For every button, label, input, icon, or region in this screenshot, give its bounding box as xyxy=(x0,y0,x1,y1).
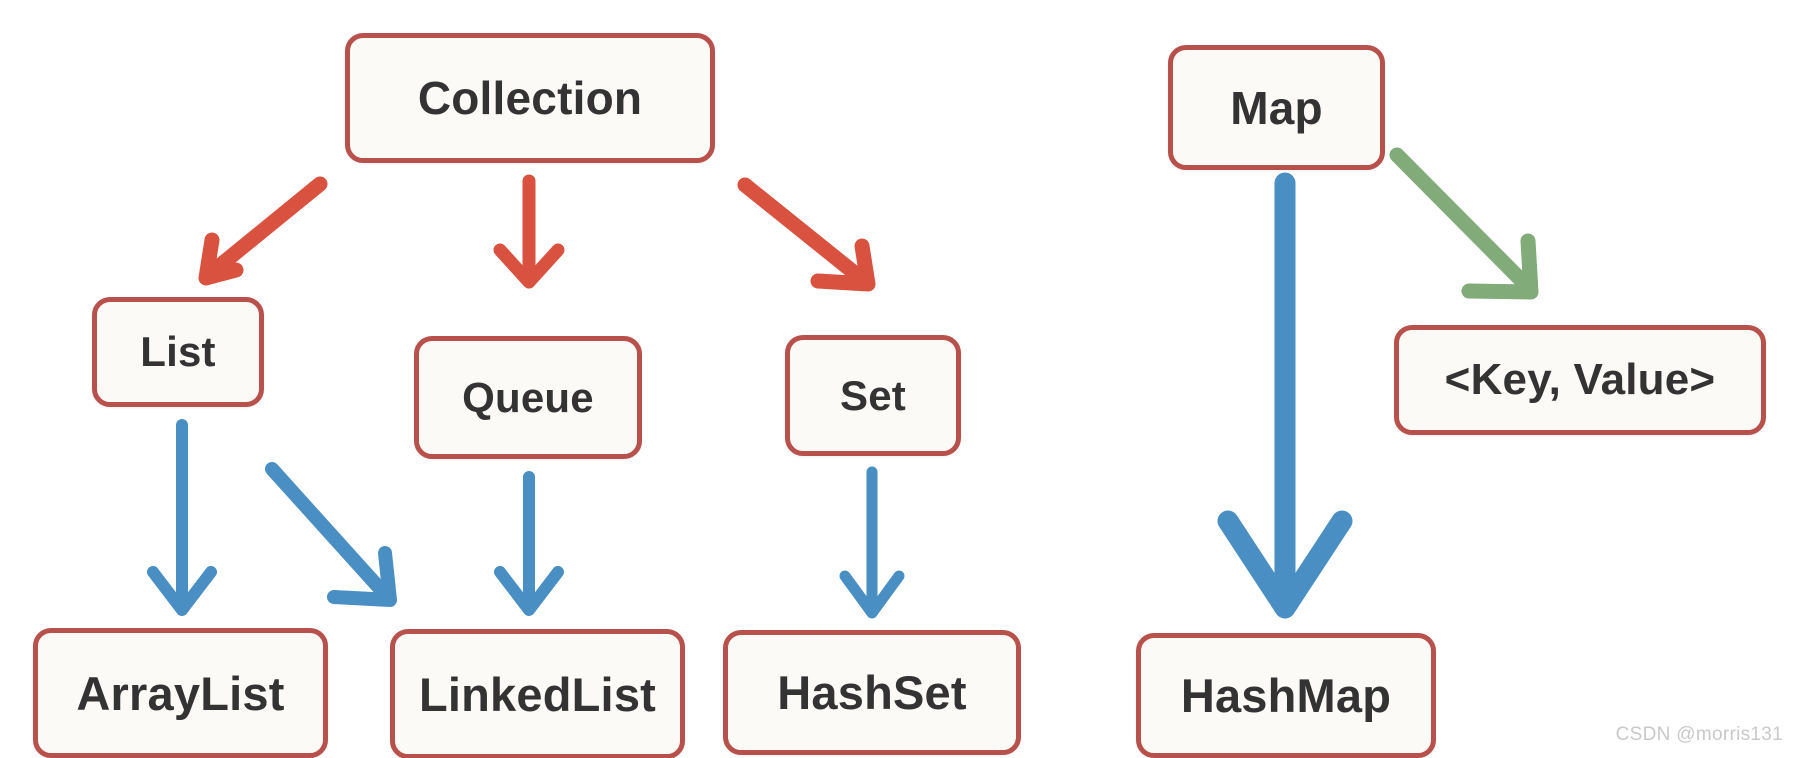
arrow-collection-to-queue xyxy=(493,174,565,289)
node-collection[interactable]: Collection xyxy=(345,33,715,163)
arrow-list-to-arraylist xyxy=(147,419,217,616)
node-key-value[interactable]: <Key, Value> xyxy=(1394,325,1766,435)
arrow-collection-to-set xyxy=(737,177,876,292)
node-set-label: Set xyxy=(840,371,906,419)
node-linkedlist-label: LinkedList xyxy=(418,667,657,721)
node-map-label: Map xyxy=(1230,81,1323,134)
arrow-list-to-linkedlist xyxy=(265,462,397,607)
arrow-map-to-keyvalue xyxy=(1389,147,1539,300)
node-key-value-label: <Key, Value> xyxy=(1444,355,1716,404)
arrow-queue-to-linkedlist xyxy=(494,471,564,616)
node-hashset[interactable]: HashSet xyxy=(723,630,1021,755)
node-list[interactable]: List xyxy=(92,297,264,407)
arrow-map-to-hashmap xyxy=(1217,172,1353,619)
watermark: CSDN @morris131 xyxy=(1615,724,1783,745)
node-linkedlist[interactable]: LinkedList xyxy=(390,629,685,758)
node-map[interactable]: Map xyxy=(1168,45,1385,170)
diagram-canvas: Collection List Queue Set ArrayList Link… xyxy=(0,0,1793,758)
node-hashset-label: HashSet xyxy=(777,666,967,719)
arrow-collection-to-list xyxy=(198,176,328,286)
node-queue[interactable]: Queue xyxy=(414,336,642,459)
node-collection-label: Collection xyxy=(417,72,643,124)
node-queue-label: Queue xyxy=(462,373,594,421)
node-hashmap[interactable]: HashMap xyxy=(1136,633,1436,758)
arrow-set-to-hashset xyxy=(839,466,905,619)
node-hashmap-label: HashMap xyxy=(1180,669,1392,722)
node-set[interactable]: Set xyxy=(785,335,961,456)
node-list-label: List xyxy=(140,328,216,375)
node-arraylist-label: ArrayList xyxy=(76,666,285,720)
node-arraylist[interactable]: ArrayList xyxy=(33,628,328,758)
